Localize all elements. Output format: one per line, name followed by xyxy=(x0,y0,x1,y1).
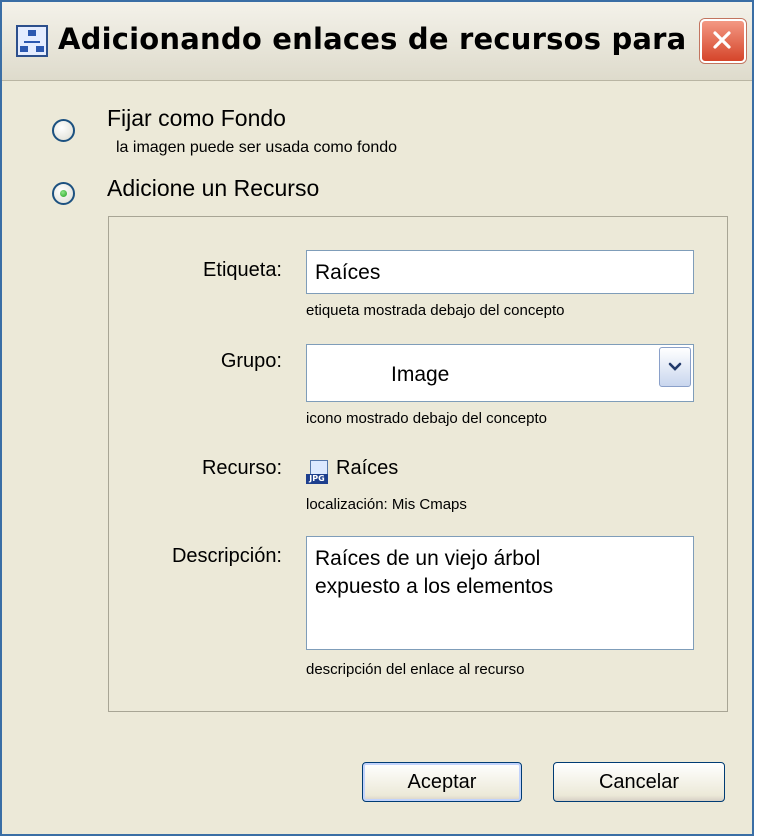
jpg-file-icon: JPG xyxy=(306,460,330,484)
cmap-app-icon xyxy=(16,25,48,57)
label-hint: etiqueta mostrada debajo del concepto xyxy=(306,302,565,319)
description-hint: descripción del enlace al recurso xyxy=(306,661,525,678)
group-field-label: Grupo: xyxy=(220,350,282,372)
resource-field-label: Recurso: xyxy=(201,457,282,479)
radio-background-label[interactable]: Fijar como Fondo xyxy=(107,105,286,132)
group-select[interactable]: Image xyxy=(306,344,694,402)
label-input[interactable]: Raíces xyxy=(306,250,694,294)
radio-background[interactable] xyxy=(52,119,75,142)
close-button[interactable] xyxy=(700,19,746,63)
dialog-title: Adicionando enlaces de recursos para [..… xyxy=(58,22,744,56)
description-textarea[interactable]: Raíces de un viejo árbol expuesto a los … xyxy=(306,536,694,650)
resource-name[interactable]: Raíces xyxy=(336,457,398,480)
label-input-value: Raíces xyxy=(315,261,381,284)
resource-location: localización: Mis Cmaps xyxy=(306,496,467,513)
chevron-down-icon xyxy=(668,362,682,371)
group-hint: icono mostrado debajo del concepto xyxy=(306,410,547,427)
description-line-2: expuesto a los elementos xyxy=(315,575,554,598)
title-bar[interactable]: Adicionando enlaces de recursos para [..… xyxy=(2,2,752,81)
dialog-window: Adicionando enlaces de recursos para [..… xyxy=(0,0,754,836)
radio-add-resource[interactable] xyxy=(52,182,75,205)
radio-background-hint: la imagen puede ser usada como fondo xyxy=(116,139,398,156)
cancel-button[interactable]: Cancelar xyxy=(553,762,725,802)
label-field-label: Etiqueta: xyxy=(203,259,282,281)
description-field-label: Descripción: xyxy=(171,545,282,567)
close-icon xyxy=(713,31,731,49)
group-select-value: Image xyxy=(391,363,450,386)
accept-button[interactable]: Aceptar xyxy=(362,762,522,802)
radio-add-resource-label[interactable]: Adicione un Recurso xyxy=(107,175,319,202)
group-dropdown-button[interactable] xyxy=(659,347,691,387)
description-line-1: Raíces de un viejo árbol xyxy=(315,547,541,570)
radio-selected-dot xyxy=(60,190,67,197)
